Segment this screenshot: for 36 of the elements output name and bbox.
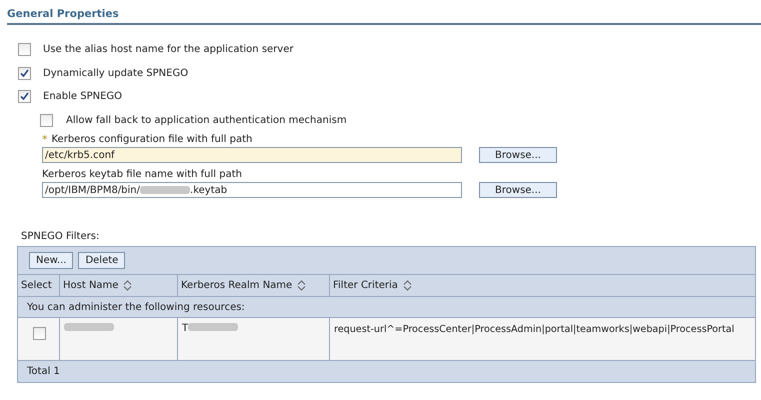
toolbar-button[interactable]: New... <box>29 252 74 269</box>
input-field[interactable]: /opt/IBM/BPM8/bin/ .keytab <box>42 182 462 198</box>
value-text: .keytab <box>190 184 228 196</box>
column-header[interactable]: Host Name <box>60 275 178 297</box>
blurred-text <box>140 186 190 194</box>
checkbox-label: Dynamically update SPNEGO <box>43 68 188 79</box>
section-label: SPNEGO Filters: <box>20 230 100 244</box>
required-icon: * <box>42 133 48 146</box>
checkbox-label: Allow fall back to application authentication mechanism <box>66 114 347 126</box>
blurred-text <box>188 323 238 331</box>
section-title: General Properties <box>7 6 761 25</box>
checkbox[interactable] <box>33 327 46 340</box>
sort-icon[interactable] <box>123 280 132 291</box>
column-header[interactable]: Filter Criteria <box>330 275 755 297</box>
table-footer: Total 1 <box>18 361 755 382</box>
checkbox[interactable] <box>18 90 31 104</box>
field-label: Kerberos keytab file name with full path <box>42 169 242 180</box>
checkbox-label: Use the alias host name for the application server <box>43 44 294 56</box>
checkbox[interactable] <box>40 114 53 127</box>
field-label: Kerberos configuration file with full path <box>52 134 252 145</box>
column-header: Select <box>18 275 60 297</box>
input-field[interactable]: /etc/krb5.conf <box>42 147 462 163</box>
column-header[interactable]: Kerberos Realm Name <box>178 275 330 297</box>
value-text: /opt/IBM/BPM8/bin/ <box>45 184 140 196</box>
value-text: T <box>182 323 188 334</box>
sort-icon[interactable] <box>402 280 412 291</box>
value-text: /etc/krb5.conf <box>45 150 115 160</box>
browse-button[interactable]: Browse... <box>479 147 557 163</box>
browse-button[interactable]: Browse... <box>479 182 557 198</box>
sort-icon[interactable] <box>297 280 306 291</box>
table-cell: request-url^=ProcessCenter|ProcessAdmin|portal|teamworks|webapi|ProcessPortal <box>334 323 734 336</box>
toolbar-button[interactable]: Delete <box>78 252 126 269</box>
checkbox[interactable] <box>18 66 31 80</box>
checkbox-label: Enable SPNEGO <box>43 91 122 102</box>
checkbox[interactable] <box>18 43 31 56</box>
blurred-text <box>64 323 114 331</box>
